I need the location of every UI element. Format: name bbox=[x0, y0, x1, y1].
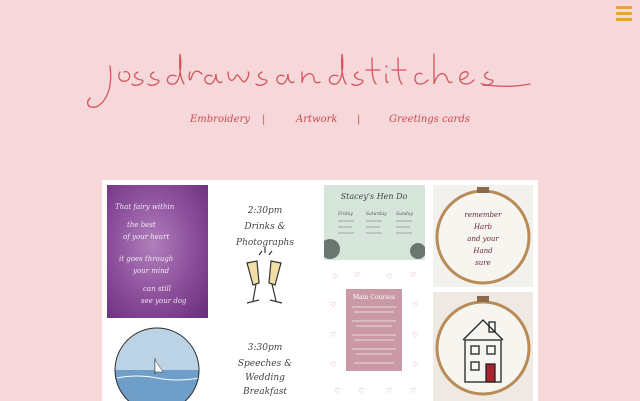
svg-text:♡: ♡ bbox=[330, 331, 336, 339]
quote-line: of your heart bbox=[123, 233, 169, 241]
remember-hoop-tile[interactable]: remember Harb and your Hand sure bbox=[433, 185, 533, 287]
svg-text:♡: ♡ bbox=[358, 387, 364, 395]
quote-line: That fairy within bbox=[115, 203, 175, 211]
event-line: Breakfast bbox=[242, 387, 287, 397]
quote-line: the best bbox=[127, 221, 156, 229]
speeches-tile[interactable]: 3:30pm Speeches & Wedding Breakfast bbox=[213, 322, 316, 401]
event-line: Speeches & bbox=[238, 359, 292, 369]
svg-text:♡: ♡ bbox=[412, 361, 418, 369]
seascape-circle-tile[interactable] bbox=[107, 322, 208, 401]
hen-do-title: Stacey's Hen Do bbox=[341, 192, 408, 201]
svg-text:♡: ♡ bbox=[410, 387, 416, 395]
hoop-text-line: Harb bbox=[473, 223, 493, 231]
nav-artwork-link[interactable]: Artwork bbox=[296, 114, 337, 125]
nav-separator: | bbox=[262, 114, 266, 125]
nav-greetings-cards-link[interactable]: Greetings cards bbox=[389, 114, 470, 125]
svg-text:♡: ♡ bbox=[412, 301, 418, 309]
svg-text:♡: ♡ bbox=[386, 387, 392, 395]
svg-text:♡: ♡ bbox=[412, 331, 418, 339]
column-title: Saturday bbox=[366, 211, 387, 217]
hoop-text-line: sure bbox=[475, 259, 491, 267]
champagne-glasses-icon bbox=[246, 247, 283, 304]
svg-text:♡: ♡ bbox=[332, 273, 338, 281]
event-time: 3:30pm bbox=[248, 343, 283, 353]
event-line: Wedding bbox=[245, 373, 285, 383]
site-logo[interactable]: jessdrawsandstitches bbox=[80, 36, 550, 116]
svg-text:♡: ♡ bbox=[330, 361, 336, 369]
event-time: 2:30pm bbox=[247, 206, 283, 216]
quote-line: can still bbox=[143, 285, 171, 293]
drinks-photographs-tile[interactable]: 2:30pm Drinks & Photographs bbox=[213, 185, 316, 318]
column-title: Sunday bbox=[396, 211, 413, 217]
main-navigation: Embroidery | Artwork | Greetings cards bbox=[0, 114, 640, 132]
hamburger-menu-icon[interactable] bbox=[616, 6, 632, 22]
hoop-text-line: and your bbox=[467, 235, 499, 243]
hen-do-tile[interactable]: Stacey's Hen Do Friday Saturday Sunday bbox=[324, 185, 425, 260]
gallery-grid: That fairy within the best of your heart… bbox=[102, 180, 538, 401]
quote-line: your mind bbox=[132, 267, 170, 275]
nav-embroidery-link[interactable]: Embroidery bbox=[190, 114, 250, 125]
main-courses-menu-tile[interactable]: ♡ ♡ ♡ ♡ ♡ ♡ ♡ ♡ ♡ ♡ ♡ ♡ ♡ ♡ Main Courses bbox=[324, 267, 425, 401]
quote-line: it goes through bbox=[119, 255, 173, 263]
nav-separator: | bbox=[357, 114, 361, 125]
menu-title: Main Courses bbox=[353, 294, 395, 301]
svg-text:♡: ♡ bbox=[386, 273, 392, 281]
event-line: Drinks & bbox=[243, 222, 285, 232]
svg-text:♡: ♡ bbox=[354, 271, 360, 279]
quote-line: see your dog bbox=[141, 297, 187, 305]
house-hoop-tile[interactable] bbox=[433, 292, 533, 401]
column-title: Friday bbox=[337, 211, 353, 217]
event-line: Photographs bbox=[235, 238, 294, 248]
svg-text:♡: ♡ bbox=[410, 271, 416, 279]
svg-text:♡: ♡ bbox=[334, 387, 340, 395]
hoop-text-line: Hand bbox=[472, 247, 493, 255]
hoop-text-line: remember bbox=[465, 211, 503, 219]
watercolor-quote-tile[interactable]: That fairy within the best of your heart… bbox=[107, 185, 208, 318]
svg-text:♡: ♡ bbox=[330, 301, 336, 309]
